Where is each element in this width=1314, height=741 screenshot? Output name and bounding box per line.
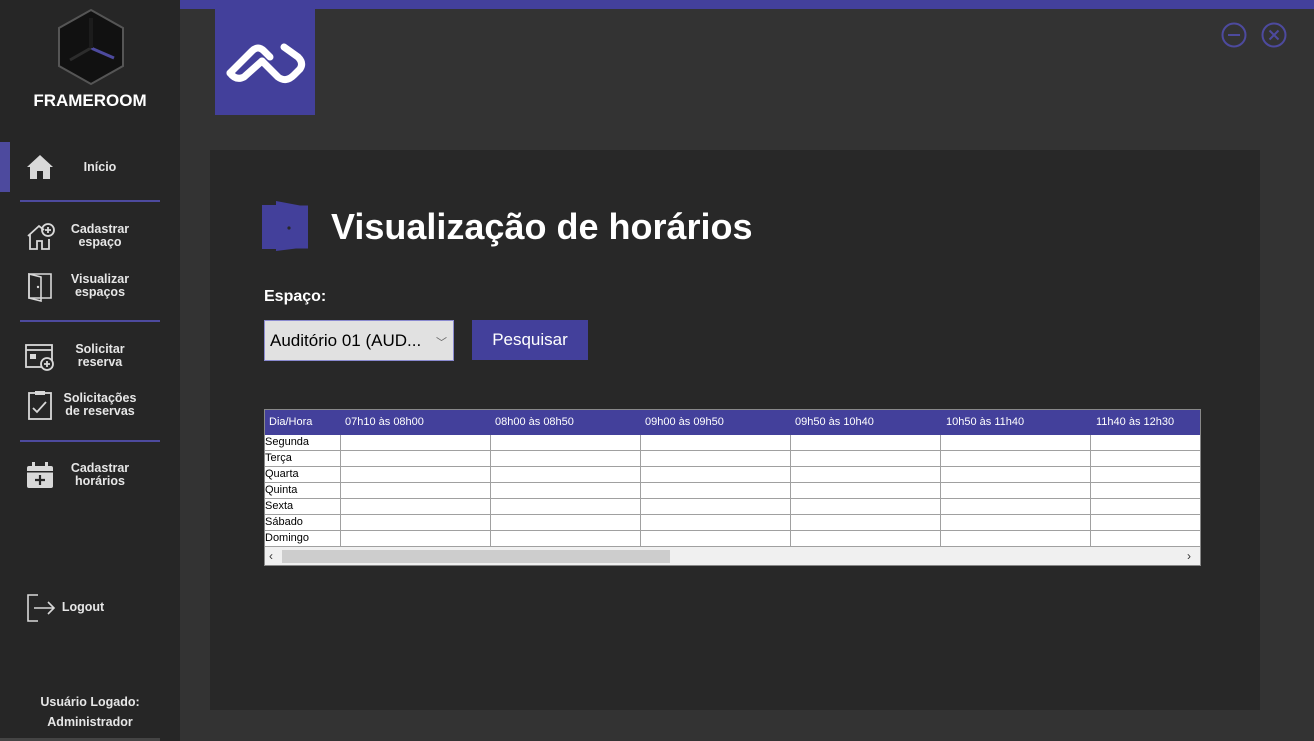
row-header: Terça [265, 452, 292, 464]
calendar-add-icon [25, 344, 54, 371]
house-plus-icon [27, 223, 55, 250]
nav-divider [20, 320, 160, 322]
sidebar-item-label: Cadastrar espaço [70, 222, 130, 249]
table-row[interactable]: Sexta [265, 499, 1200, 515]
logged-user: Usuário Logado: Administrador [0, 692, 180, 732]
logout-button[interactable]: Logout [0, 582, 180, 632]
home-icon [27, 155, 53, 179]
table-row[interactable]: Terça [265, 451, 1200, 467]
search-button[interactable]: Pesquisar [472, 320, 588, 360]
space-select[interactable]: Auditório 01 (AUD... ﹀ [264, 320, 454, 361]
sidebar: FRAMEROOM Início Cadastrar espaço Visual… [0, 0, 180, 741]
calendar-plus-icon [27, 462, 53, 488]
row-header: Sexta [265, 500, 294, 512]
sidebar-item-label: Logout [61, 599, 105, 614]
table-row[interactable]: Domingo [265, 531, 1200, 547]
column-divider [640, 435, 641, 547]
column-divider [1090, 435, 1091, 547]
brand-name: FRAMEROOM [33, 91, 147, 110]
nav-divider [20, 440, 160, 442]
space-select-value: Auditório 01 (AUD... [270, 330, 422, 350]
column-header[interactable]: 11h40 às 12h30 [1096, 410, 1174, 435]
row-header: Segunda [265, 436, 310, 448]
logged-user-label: Usuário Logado: [40, 695, 140, 709]
close-icon[interactable] [1261, 22, 1287, 48]
column-header[interactable]: 07h10 às 08h00 [345, 410, 424, 435]
nav-divider [20, 200, 160, 202]
sidebar-item-visualizar-espacos[interactable]: Visualizar espaços [0, 261, 180, 311]
sidebar-item-cadastrar-horarios[interactable]: Cadastrar horários [0, 450, 180, 500]
column-header[interactable]: Dia/Hora [269, 410, 312, 435]
top-accent-bar [180, 0, 1314, 9]
sidebar-item-label: Cadastrar horários [70, 461, 130, 488]
column-divider [790, 435, 791, 547]
chevron-down-icon: ﹀ [436, 337, 447, 349]
sidebar-item-cadastrar-espaco[interactable]: Cadastrar espaço [0, 211, 180, 261]
column-header[interactable]: 08h00 às 08h50 [495, 410, 574, 435]
scroll-right-icon[interactable]: › [1187, 549, 1191, 563]
sidebar-item-label: Início [83, 159, 117, 174]
scroll-left-icon[interactable]: ‹ [269, 549, 273, 563]
grid-header: Dia/Hora 07h10 às 08h00 08h00 às 08h50 0… [265, 410, 1200, 435]
table-row[interactable]: Quarta [265, 467, 1200, 483]
minimize-icon[interactable] [1221, 22, 1247, 48]
column-divider [940, 435, 941, 547]
logout-icon [27, 594, 56, 622]
app-logo [215, 9, 315, 115]
column-header[interactable]: 09h00 às 09h50 [645, 410, 724, 435]
table-row[interactable]: Sábado [265, 515, 1200, 531]
table-row[interactable]: Segunda [265, 435, 1200, 451]
column-divider [490, 435, 491, 547]
page-title: Visualização de horários [331, 206, 753, 247]
row-header: Sábado [265, 516, 303, 528]
chain-logo-icon [226, 43, 306, 84]
sidebar-item-solicitacoes-reservas[interactable]: Solicitações de reservas [0, 380, 180, 430]
column-header[interactable]: 10h50 às 11h40 [946, 410, 1024, 435]
horizontal-scrollbar[interactable]: ‹ › [265, 547, 1200, 565]
hexagon-logo-icon [58, 8, 124, 86]
door-icon [28, 272, 52, 302]
schedule-grid: Dia/Hora 07h10 às 08h00 08h00 às 08h50 0… [264, 409, 1201, 566]
sidebar-item-solicitar-reserva[interactable]: Solicitar reserva [0, 331, 180, 381]
table-row[interactable]: Quinta [265, 483, 1200, 499]
column-divider [340, 435, 341, 547]
sidebar-item-label: Solicitações de reservas [63, 391, 137, 418]
door-icon [262, 201, 308, 251]
main-panel: Visualização de horários Espaço: Auditór… [210, 150, 1260, 710]
row-header: Quarta [265, 468, 299, 480]
clipboard-check-icon [28, 391, 52, 420]
scrollbar-thumb[interactable] [282, 550, 670, 563]
logged-user-name: Administrador [47, 715, 133, 729]
row-header: Quinta [265, 484, 298, 496]
sidebar-item-label: Solicitar reserva [75, 342, 125, 369]
column-header[interactable]: 09h50 às 10h40 [795, 410, 874, 435]
row-header: Domingo [265, 532, 310, 544]
space-label: Espaço: [264, 288, 327, 305]
sidebar-item-label: Visualizar espaços [70, 272, 130, 299]
sidebar-item-inicio[interactable]: Início [0, 142, 180, 192]
